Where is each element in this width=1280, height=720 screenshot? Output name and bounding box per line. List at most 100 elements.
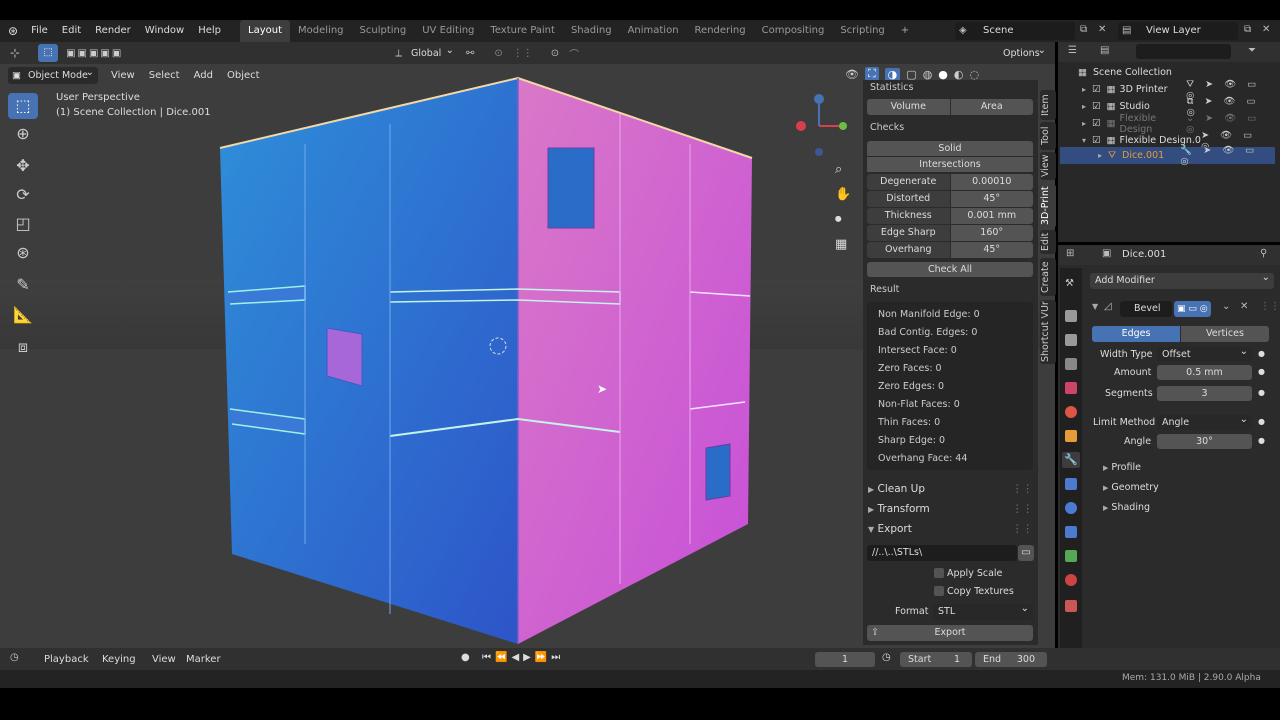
export-button[interactable]: ⇪ Export	[867, 625, 1033, 641]
remove-scene-icon[interactable]: ✕	[1098, 24, 1106, 35]
tab-3d-print[interactable]: 3D-Print	[1040, 184, 1056, 228]
display-mode-icon[interactable]: ▤	[1100, 45, 1109, 56]
outliner-search-input[interactable]	[1136, 44, 1231, 59]
chevron-down-icon[interactable]: ⌄	[1222, 301, 1230, 312]
outliner-item-selected[interactable]: ▸ ⛛ Dice.001 🔧 ➤ 👁 ▭ ◎	[1060, 145, 1275, 167]
properties-editor-icon[interactable]: ⊞	[1066, 248, 1074, 259]
timeline-menu-view[interactable]: View	[152, 654, 176, 665]
angle-field[interactable]: 30°	[1157, 434, 1252, 449]
modifier-tab-icon[interactable]: 🔧	[1062, 452, 1080, 468]
menu-file[interactable]: File	[24, 20, 55, 42]
render-tab-icon[interactable]	[1065, 310, 1077, 322]
gizmo-icon[interactable]: ⛶	[864, 67, 879, 81]
current-frame-field[interactable]: 1	[815, 652, 875, 667]
tab-rendering[interactable]: Rendering	[687, 20, 754, 42]
menu-edit[interactable]: Edit	[55, 20, 88, 42]
keyframe-dot-icon[interactable]: ●	[1258, 349, 1265, 358]
move-tool-icon[interactable]: ✥	[8, 153, 38, 179]
segments-field[interactable]: 3	[1157, 386, 1252, 401]
snap-target-icon[interactable]: ⋮⋮	[513, 48, 533, 59]
overhang-field[interactable]: 45°	[950, 242, 1033, 258]
new-scene-icon[interactable]: ⧉	[1080, 24, 1087, 35]
editor-type-icon[interactable]: ⊹	[10, 46, 20, 60]
collapse-icon[interactable]: ▸	[1082, 85, 1086, 94]
select-mode-icons[interactable]: ▣▣▣▣▣	[66, 48, 123, 59]
physics-tab-icon[interactable]	[1065, 502, 1077, 514]
overlay-icon[interactable]: ◑	[884, 67, 901, 81]
view-layer-tab-icon[interactable]	[1065, 358, 1077, 370]
view-layer-selector[interactable]: ▤ View Layer	[1118, 22, 1238, 40]
amount-field[interactable]: 0.5 mm	[1157, 365, 1252, 380]
orientation-dropdown[interactable]: Global	[405, 42, 458, 62]
edges-tab[interactable]: Edges	[1092, 326, 1180, 342]
collapse-icon[interactable]: ▸	[1082, 102, 1086, 111]
outliner-editor-icon[interactable]: ☰	[1068, 45, 1077, 56]
tab-create[interactable]: Create	[1040, 258, 1056, 296]
rotate-tool-icon[interactable]: ⟳	[8, 182, 38, 208]
menu-window[interactable]: Window	[138, 20, 191, 42]
tab-sculpting[interactable]: Sculpting	[352, 20, 415, 42]
drag-handle-icon[interactable]: ⋮⋮	[1260, 301, 1280, 312]
visibility-icon[interactable]: 👁	[845, 68, 859, 81]
select-tool-icon[interactable]: ⬚	[8, 93, 38, 119]
width-type-dropdown[interactable]: Offset	[1157, 344, 1252, 362]
constraints-tab-icon[interactable]	[1065, 526, 1077, 538]
subpanel-profile[interactable]: ▶ Profile	[1103, 462, 1141, 473]
shading-solid-icon[interactable]: ●	[938, 68, 948, 81]
particles-tab-icon[interactable]	[1065, 478, 1077, 490]
menu-render[interactable]: Render	[88, 20, 138, 42]
pin-icon[interactable]: ⚲	[1260, 248, 1267, 259]
tab-scripting[interactable]: Scripting	[832, 20, 892, 42]
remove-view-layer-icon[interactable]: ✕	[1262, 24, 1270, 35]
record-icon[interactable]: ●	[461, 652, 470, 663]
world-tab-icon[interactable]	[1065, 406, 1077, 418]
intersections-button[interactable]: Intersections	[867, 157, 1033, 172]
tab-uv-editing[interactable]: UV Editing	[414, 20, 482, 42]
drag-handle-icon[interactable]: ⋮⋮	[1012, 520, 1033, 538]
drag-handle-icon[interactable]: ⋮⋮	[1012, 480, 1033, 498]
pan-hand-icon[interactable]: ✋	[835, 187, 851, 202]
data-tab-icon[interactable]	[1065, 550, 1077, 562]
row-icons[interactable]: 🔧 ➤ 👁 ▭ ◎	[1180, 145, 1275, 167]
tab-texture-paint[interactable]: Texture Paint	[482, 20, 563, 42]
viewport-menu-add[interactable]: Add	[187, 70, 220, 81]
shading-rendered-icon[interactable]: ◌	[970, 68, 980, 81]
add-workspace-icon[interactable]: +	[893, 20, 917, 42]
new-view-layer-icon[interactable]: ⧉	[1244, 24, 1251, 35]
tab-tool[interactable]: Tool	[1040, 122, 1056, 150]
tab-view[interactable]: View	[1040, 152, 1056, 180]
area-button[interactable]: Area	[950, 99, 1033, 115]
subpanel-geometry[interactable]: ▶ Geometry	[1103, 482, 1159, 493]
checkbox-icon[interactable]: ☑	[1092, 84, 1101, 95]
tab-shortcut-vur[interactable]: Shortcut VUr	[1040, 300, 1056, 364]
chevron-down-icon[interactable]: ▼	[1092, 302, 1098, 311]
output-tab-icon[interactable]	[1065, 334, 1077, 346]
tab-animation[interactable]: Animation	[620, 20, 687, 42]
viewport-menu-object[interactable]: Object	[220, 70, 267, 81]
cursor-tool-icon[interactable]: ⊕	[8, 121, 38, 147]
collapse-icon[interactable]: ▸	[1082, 119, 1086, 128]
xray-icon[interactable]: ▢	[906, 68, 916, 81]
pivot-icon[interactable]: ⚯	[466, 48, 474, 59]
viewport-menu-view[interactable]: View	[104, 70, 142, 81]
distorted-field[interactable]: 45°	[950, 191, 1033, 207]
transform-tool-icon[interactable]: ⊛	[8, 240, 38, 266]
viewport-menu-select[interactable]: Select	[142, 70, 187, 81]
select-box-icon[interactable]: ⬚	[38, 44, 59, 62]
camera-icon[interactable]: ⏺	[835, 212, 842, 227]
add-cube-tool-icon[interactable]: ⧈	[8, 334, 38, 360]
format-dropdown[interactable]: STL	[933, 601, 1033, 620]
checkbox-icon[interactable]: ☑	[1092, 118, 1101, 129]
checkbox-icon[interactable]: ☑	[1092, 101, 1101, 112]
solid-button[interactable]: Solid	[867, 141, 1033, 156]
blender-logo-icon[interactable]: ⊛	[0, 24, 24, 38]
folder-icon[interactable]: ▭	[1018, 545, 1034, 561]
tab-compositing[interactable]: Compositing	[754, 20, 833, 42]
keyframe-dot-icon[interactable]: ●	[1258, 417, 1265, 426]
end-field[interactable]: End 300	[975, 652, 1047, 667]
degenerate-field[interactable]: 0.00010	[950, 174, 1033, 190]
shading-material-icon[interactable]: ◐	[954, 68, 964, 81]
section-transform[interactable]: ▶ Transform ⋮⋮	[863, 500, 1038, 518]
modifier-toggle-icons[interactable]: ▣ ▭ ◎	[1174, 301, 1211, 317]
options-dropdown[interactable]: Options	[998, 42, 1050, 62]
